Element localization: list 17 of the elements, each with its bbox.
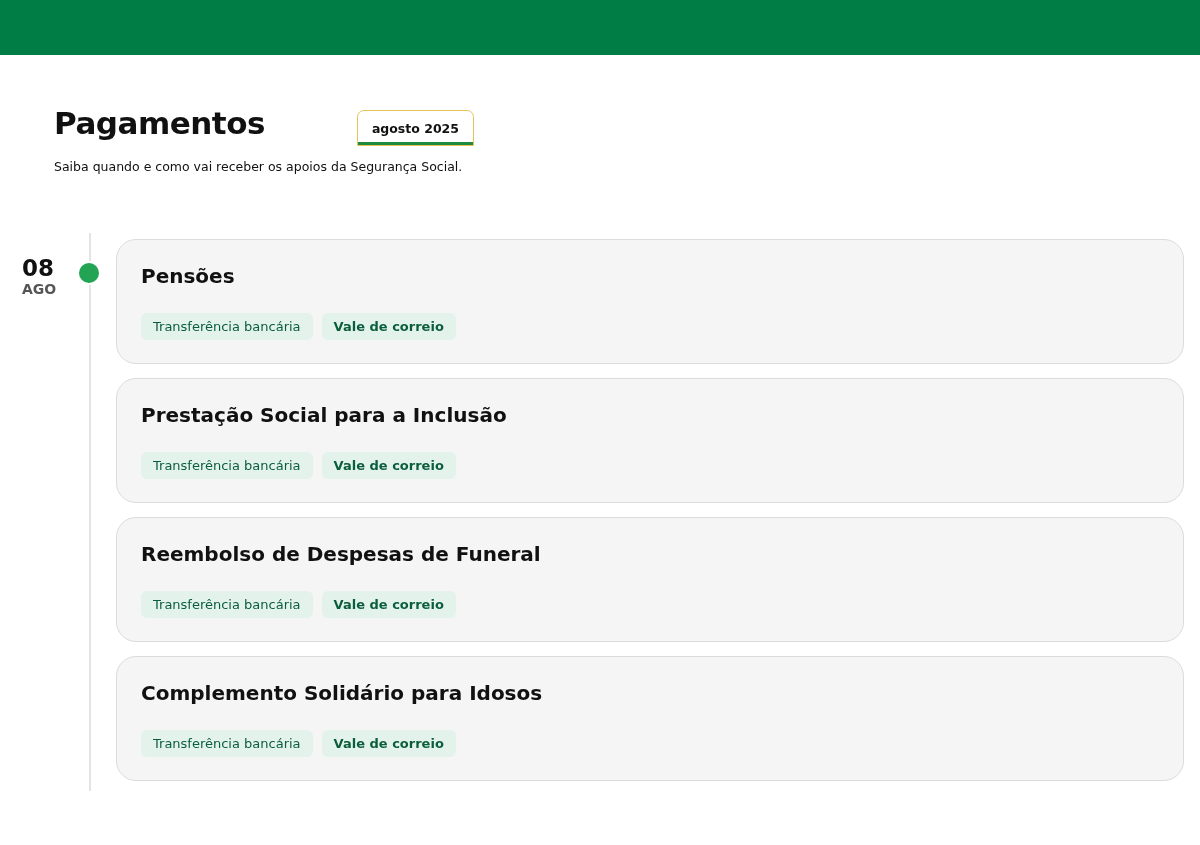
page-title: Pagamentos xyxy=(54,104,265,143)
payment-title: Complemento Solidário para Idosos xyxy=(141,680,544,707)
payment-title: Reembolso de Despesas de Funeral xyxy=(141,541,542,568)
payment-method-tag: Transferência bancária xyxy=(141,591,313,618)
payment-title: Prestação Social para a Inclusão xyxy=(141,402,508,429)
date-month: AGO xyxy=(22,281,58,297)
payment-method-tag: Vale de correio xyxy=(321,591,456,618)
month-tab[interactable]: agosto 2025 xyxy=(356,110,474,146)
payment-method-tag: Transferência bancária xyxy=(141,452,313,479)
date-day: 08 xyxy=(22,255,60,281)
payment-method-tag: Transferência bancária xyxy=(141,313,313,340)
page-subtitle: Saiba quando e como vai receber os apoios da Segurança Social. xyxy=(54,159,464,174)
payment-method-tag: Transferência bancária xyxy=(141,730,313,757)
payment-method-tag: Vale de correio xyxy=(321,452,456,479)
payment-title: Pensões xyxy=(141,263,236,290)
payment-method-tag: Vale de correio xyxy=(321,730,456,757)
payment-method-tag: Vale de correio xyxy=(321,313,456,340)
